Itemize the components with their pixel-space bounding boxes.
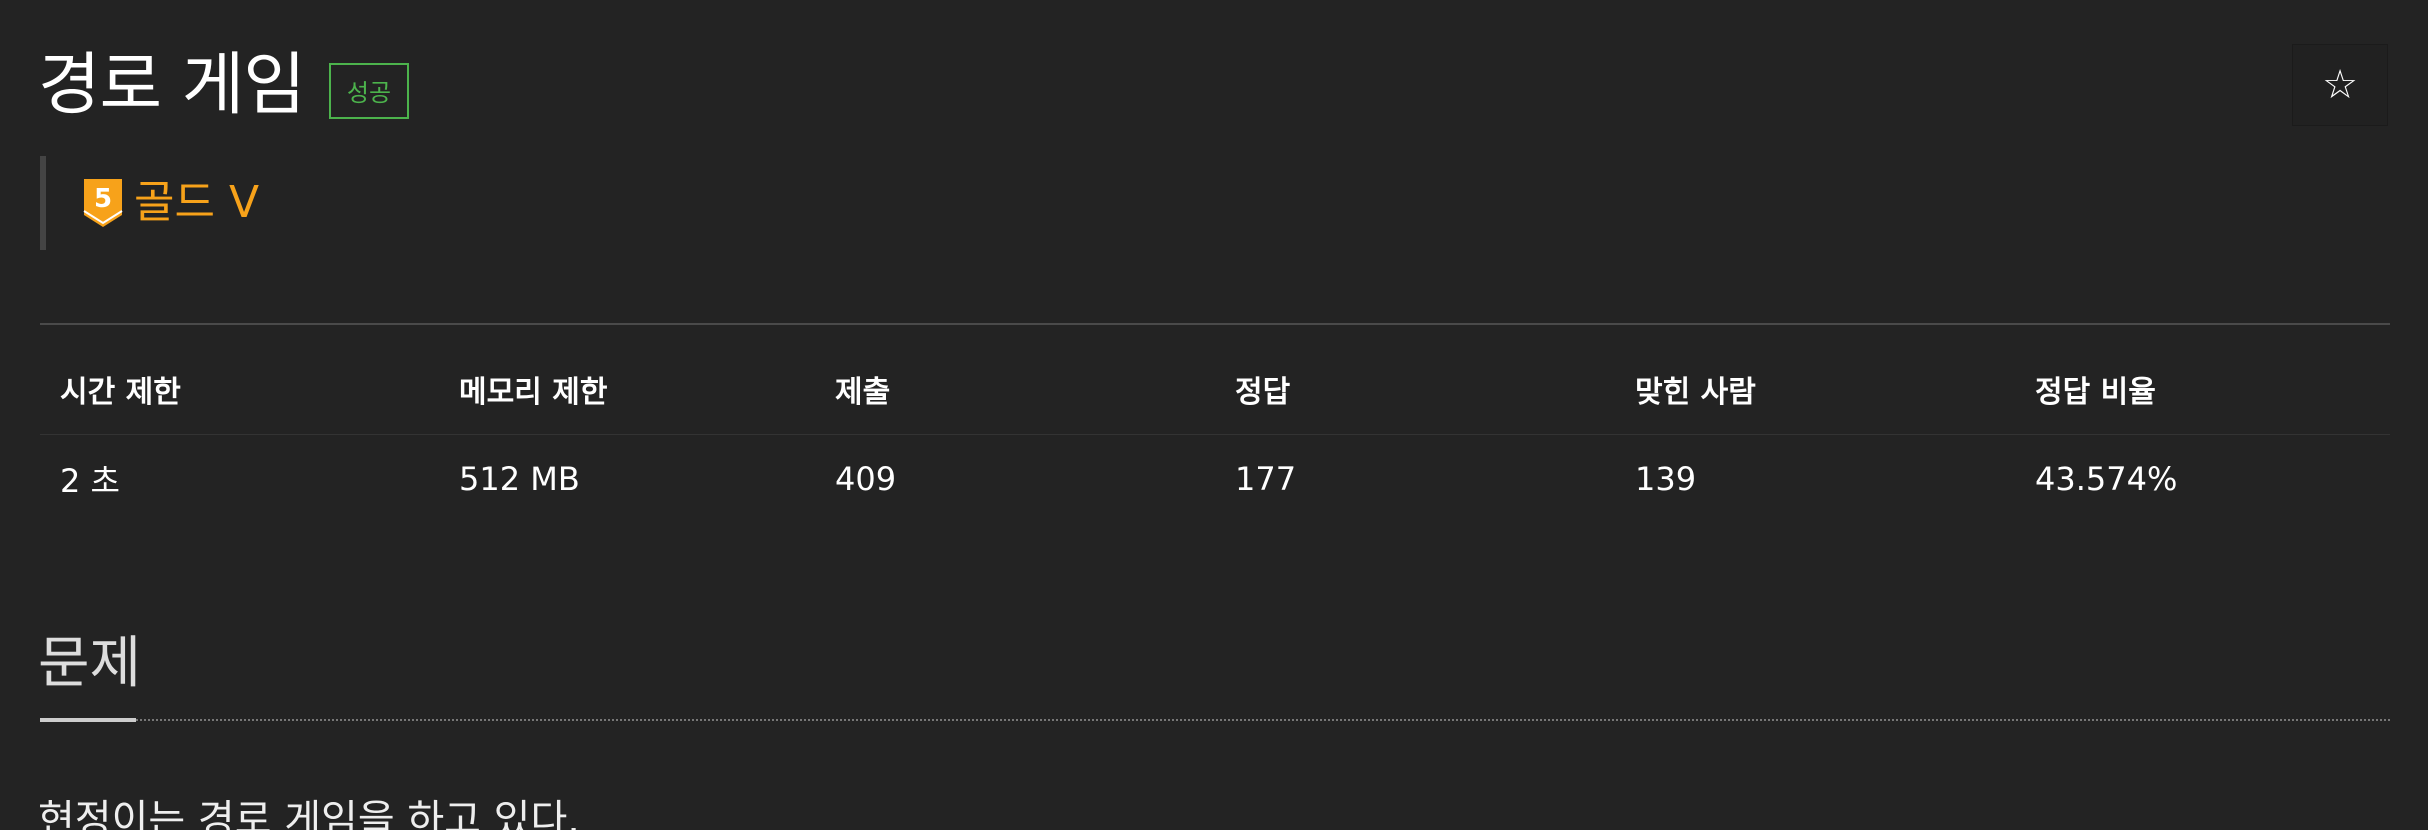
problem-page: 경로 게임 성공 ☆ 5 골드 V 시간 제한 메모리 제한 제출 정답 맞힌 … — [0, 0, 2428, 830]
stats-value-row: 2 초 512 MB 409 177 139 43.574% — [40, 435, 2390, 523]
header-memory-limit: 메모리 제한 — [459, 375, 608, 410]
result-badge: 성공 — [328, 63, 410, 119]
tier-label[interactable]: 골드 V — [134, 177, 259, 229]
value-solvers[interactable]: 139 — [1615, 460, 2015, 498]
divider — [40, 323, 2390, 325]
value-submissions[interactable]: 409 — [815, 460, 1215, 498]
title-row: 경로 게임 성공 — [38, 44, 410, 128]
value-time-limit: 2 초 — [60, 462, 120, 500]
header-time-limit: 시간 제한 — [60, 375, 181, 410]
section-divider — [136, 719, 2390, 721]
problem-description: 현정이는 경로 게임을 하고 있다. — [38, 797, 580, 830]
header-accept-ratio: 정답 비율 — [2035, 375, 2156, 410]
tier-number: 5 — [94, 184, 112, 214]
gold-tier-badge-icon: 5 — [83, 179, 123, 227]
star-icon: ☆ — [2322, 62, 2358, 108]
tier-block: 5 골드 V — [40, 156, 340, 250]
favorite-button[interactable]: ☆ — [2292, 44, 2388, 126]
value-accept-ratio: 43.574% — [2035, 460, 2178, 498]
header-accepted: 정답 — [1235, 375, 1291, 410]
header-submissions: 제출 — [835, 375, 891, 410]
value-memory-limit: 512 MB — [459, 460, 580, 498]
value-accepted[interactable]: 177 — [1215, 460, 1615, 498]
stats-table: 시간 제한 메모리 제한 제출 정답 맞힌 사람 정답 비율 2 초 512 M… — [40, 372, 2390, 523]
section-title: 문제 — [38, 631, 142, 696]
stats-header-row: 시간 제한 메모리 제한 제출 정답 맞힌 사람 정답 비율 — [40, 344, 2390, 435]
section-underline — [40, 718, 136, 722]
page-title: 경로 게임 — [38, 46, 306, 125]
header-solvers: 맞힌 사람 — [1635, 375, 1756, 410]
